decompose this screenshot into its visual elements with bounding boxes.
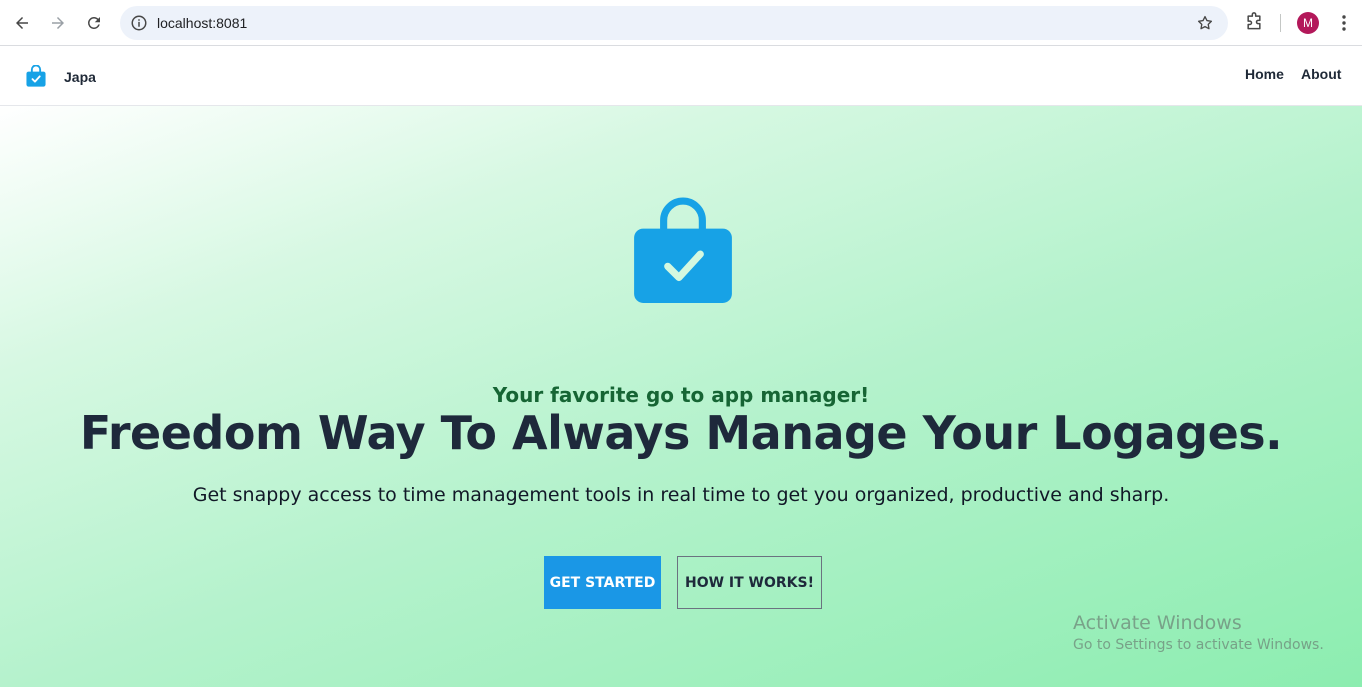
activation-watermark-subtitle: Go to Settings to activate Windows. [1073, 637, 1324, 653]
forward-arrow-icon [52, 17, 64, 29]
hero-section: Your favorite go to app manager! Freedom… [0, 106, 1362, 687]
get-started-button[interactable]: GET STARTED [544, 556, 661, 609]
how-it-works-button[interactable]: HOW IT WORKS! [677, 556, 822, 609]
profile-avatar[interactable]: M [1297, 12, 1319, 34]
more-options-icon [1342, 15, 1346, 31]
browser-toolbar: localhost:8081 M [0, 0, 1362, 46]
nav-home-link[interactable]: Home [1245, 66, 1284, 82]
reload-icon [87, 16, 100, 29]
hero-tagline: Your favorite go to app manager! [492, 383, 870, 407]
nav-about-link[interactable]: About [1301, 66, 1341, 82]
bookmark-star-icon[interactable] [1196, 14, 1214, 32]
hero-headline: Freedom Way To Always Manage Your Logage… [79, 406, 1283, 460]
reload-button[interactable] [82, 11, 106, 35]
extensions-icon[interactable] [1244, 12, 1264, 32]
toolbar-divider [1280, 14, 1281, 32]
site-info-icon[interactable] [130, 14, 148, 32]
back-arrow-icon [16, 17, 28, 29]
brand-name[interactable]: Japa [64, 69, 96, 85]
forward-button[interactable] [46, 11, 70, 35]
app-header: Japa Home About [0, 47, 1362, 106]
shopping-bag-check-icon[interactable] [25, 65, 47, 87]
activation-watermark-title: Activate Windows [1073, 612, 1242, 634]
hero-subtext: Get snappy access to time management too… [192, 484, 1170, 506]
address-bar[interactable]: localhost:8081 [120, 6, 1228, 40]
shopping-bag-check-icon [634, 197, 732, 303]
more-options-button[interactable] [1334, 12, 1354, 34]
back-button[interactable] [10, 11, 34, 35]
url-text[interactable]: localhost:8081 [157, 15, 247, 31]
